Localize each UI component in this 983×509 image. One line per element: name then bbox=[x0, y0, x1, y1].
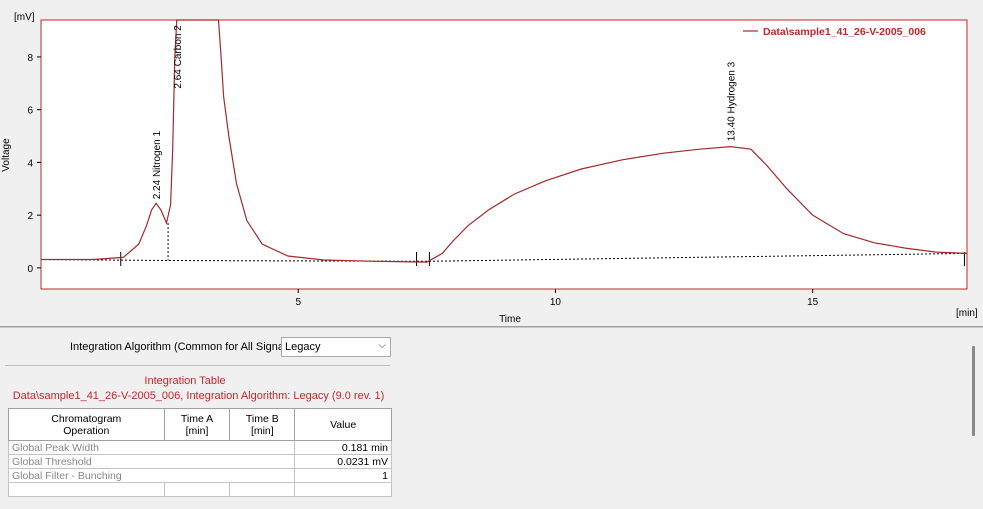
integration-algorithm-dropdown[interactable]: Legacy ⌵ bbox=[281, 337, 391, 357]
column-header-time-a[interactable]: Time A [min] bbox=[163, 408, 231, 441]
operation-cell[interactable]: Global Peak Width bbox=[7, 440, 296, 455]
integration-table[interactable]: Chromatogram Operation Time A [min] Time… bbox=[7, 408, 392, 497]
y-axis-label: Voltage bbox=[1, 138, 12, 172]
y-tick-label: 8 bbox=[27, 53, 33, 64]
separator-line bbox=[5, 365, 390, 366]
peak-label: 2.64 Carbon 2 bbox=[173, 25, 184, 89]
empty-cell[interactable] bbox=[8, 482, 165, 497]
integration-table-subtitle: Data\sample1_41_26-V-2005_006, Integrati… bbox=[12, 390, 385, 402]
integration-panel: Integration Algorithm (Common for All Si… bbox=[0, 328, 983, 509]
integration-algorithm-label: Integration Algorithm (Common for All Si… bbox=[70, 341, 296, 353]
operation-cell[interactable]: Global Filter - Bunching bbox=[7, 468, 296, 483]
empty-cell[interactable] bbox=[163, 482, 231, 497]
value-cell[interactable]: 0.181 min bbox=[294, 440, 392, 455]
header-text: Value bbox=[330, 418, 357, 431]
x-tick-label: 5 bbox=[295, 297, 301, 308]
peak-label: 2.24 Nitrogen 1 bbox=[152, 130, 163, 199]
column-header-time-b[interactable]: Time B [min] bbox=[229, 408, 296, 441]
y-tick-label: 2 bbox=[27, 211, 33, 222]
header-text: Operation bbox=[63, 424, 110, 437]
value-cell[interactable]: 1 bbox=[294, 468, 392, 483]
y-tick-label: 0 bbox=[27, 264, 33, 275]
table-row[interactable]: Global Threshold 0.0231 mV bbox=[7, 454, 392, 469]
legend-entry[interactable]: Data\sample1_41_26-V-2005_006 bbox=[763, 26, 926, 38]
integration-table-title: Integration Table bbox=[144, 375, 226, 387]
table-row[interactable]: Global Peak Width 0.181 min bbox=[7, 440, 392, 455]
chromatogram-panel[interactable]: 0 2 4 6 8 5 10 15 2.24 Nitrogen 1 2.64 Carbon 2 1… bbox=[0, 0, 983, 326]
chromatogram-chart[interactable]: 0 2 4 6 8 5 10 15 2.24 Nitrogen 1 2.64 Carbon 2 1… bbox=[0, 0, 983, 326]
table-header-row: Chromatogram Operation Time A [min] Time… bbox=[8, 408, 392, 441]
vertical-scrollbar[interactable] bbox=[972, 346, 975, 436]
empty-cell[interactable] bbox=[294, 482, 392, 497]
peak-label: 13.40 Hydrogen 3 bbox=[726, 61, 737, 141]
header-text: Chromatogram bbox=[51, 412, 122, 425]
chevron-down-icon[interactable]: ⌵ bbox=[378, 340, 386, 351]
integration-algorithm-value: Legacy bbox=[285, 341, 321, 353]
x-tick-label: 10 bbox=[550, 297, 562, 308]
app-window: 0 2 4 6 8 5 10 15 2.24 Nitrogen 1 2.64 Carbon 2 1… bbox=[0, 0, 983, 509]
operation-cell[interactable]: Global Threshold bbox=[7, 454, 296, 469]
header-text: [min] bbox=[185, 424, 209, 437]
x-axis-label: Time bbox=[499, 314, 521, 325]
header-text: Time A bbox=[180, 412, 214, 425]
header-text: Time B bbox=[245, 412, 279, 425]
column-header-operation[interactable]: Chromatogram Operation bbox=[8, 408, 165, 441]
value-cell[interactable]: 0.0231 mV bbox=[294, 454, 392, 469]
x-tick-label: 15 bbox=[807, 297, 819, 308]
y-tick-label: 4 bbox=[27, 158, 33, 169]
y-tick-label: 6 bbox=[27, 106, 33, 117]
table-row-empty[interactable] bbox=[8, 482, 392, 497]
header-text: [min] bbox=[250, 424, 274, 437]
y-unit-label: [mV] bbox=[14, 12, 35, 23]
x-unit-label: [min] bbox=[956, 308, 978, 319]
column-header-value[interactable]: Value bbox=[294, 408, 392, 441]
empty-cell[interactable] bbox=[229, 482, 296, 497]
table-row[interactable]: Global Filter - Bunching 1 bbox=[7, 468, 392, 483]
